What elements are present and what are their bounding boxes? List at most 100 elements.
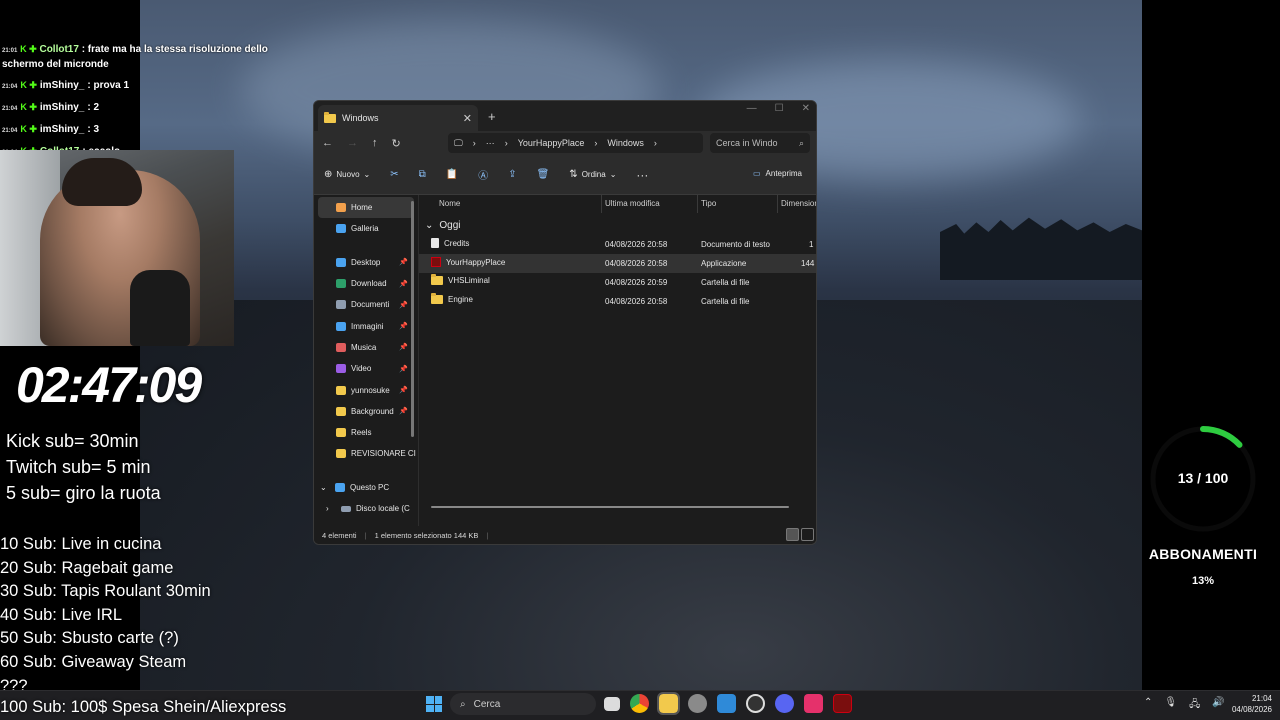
chat-message: 21:01 K ✚ Collot17 : frate ma ha la stes… xyxy=(2,42,272,72)
sidebar-item-yunnosuke[interactable]: yunnosuke 📌 xyxy=(314,379,418,400)
chevron-right-icon[interactable]: › xyxy=(326,504,336,513)
sidebar-item-home[interactable]: Home xyxy=(318,197,414,219)
sidebar-item-revisionare[interactable]: REVISIONARE CI xyxy=(314,443,418,464)
forward-button[interactable]: → xyxy=(347,137,358,149)
pin-icon: 📌 xyxy=(399,365,408,373)
column-header-size[interactable]: Dimension xyxy=(781,199,816,208)
windows-start-icon[interactable] xyxy=(426,696,442,712)
sidebar-item-this-pc[interactable]: ⌄ Questo PC xyxy=(314,477,418,498)
delete-icon[interactable]: 🗑 xyxy=(537,169,550,180)
microphone-icon[interactable]: 🎙 xyxy=(1164,697,1177,714)
file-row[interactable]: Credits 04/08/2026 20:58 Documento di te… xyxy=(419,235,816,254)
sidebar-item-pictures[interactable]: Immagini 📌 xyxy=(314,315,418,336)
chevron-down-icon[interactable]: ⌄ xyxy=(320,483,330,492)
sidebar-item-reels[interactable]: Reels xyxy=(314,422,418,443)
chat-timestamp: 21:01 xyxy=(2,48,18,54)
details-view-button[interactable] xyxy=(786,528,799,541)
column-header-type[interactable]: Tipo xyxy=(701,199,716,208)
clock-time: 21:04 xyxy=(1251,694,1272,703)
close-window-button[interactable]: ✕ xyxy=(802,103,810,114)
up-button[interactable]: ↑ xyxy=(372,137,378,149)
chat-username: Collot17 xyxy=(39,44,79,55)
column-header-name[interactable]: Nome xyxy=(439,199,460,208)
photos-icon[interactable] xyxy=(717,694,736,713)
sort-button[interactable]: ⇅ Ordina ⌄ xyxy=(569,169,616,180)
preview-button[interactable]: ▭ Anteprima xyxy=(753,169,802,178)
sidebar-item-video[interactable]: Video 📌 xyxy=(314,358,418,379)
more-options-icon[interactable]: ··· xyxy=(636,168,648,182)
sidebar-item-label: Immagini xyxy=(351,321,384,331)
chat-message: 21:04 K ✚ imShiny_ : prova 1 xyxy=(2,78,272,94)
file-modified: 04/08/2026 20:58 xyxy=(605,259,668,268)
search-input[interactable]: Cerca in Windo ⌕ xyxy=(710,133,810,153)
settings-icon[interactable] xyxy=(688,694,707,713)
minimize-button[interactable]: — xyxy=(747,103,757,114)
sidebar-item-label: Desktop xyxy=(351,257,381,267)
new-tab-button[interactable]: + xyxy=(488,109,496,124)
taskbar-clock[interactable]: 21:04 04/08/2026 xyxy=(1222,693,1272,715)
goal-line: 60 Sub: Giveaway Steam xyxy=(0,652,187,671)
pin-icon: 📌 xyxy=(399,408,408,416)
file-list: Nome Ultima modifica Tipo Dimension ⌄ Og… xyxy=(419,195,816,528)
taskbar-search-input[interactable]: ⌕ Cerca xyxy=(450,693,596,715)
sidebar-item-documents[interactable]: Documenti 📌 xyxy=(314,294,418,315)
file-row[interactable]: VHSLiminal 04/08/2026 20:59 Cartella di … xyxy=(419,273,816,292)
monitor-icon: 🖵 xyxy=(454,137,463,148)
chrome-icon[interactable] xyxy=(630,694,649,713)
group-header-today[interactable]: ⌄ Oggi xyxy=(419,215,816,235)
file-type: Cartella di file xyxy=(701,278,750,287)
task-view-icon[interactable] xyxy=(604,697,620,711)
documents-icon xyxy=(336,300,346,310)
tiles-view-button[interactable] xyxy=(801,528,814,541)
back-button[interactable]: ← xyxy=(322,137,333,149)
chevron-right-icon: › xyxy=(472,138,476,148)
copy-icon[interactable]: ⧉ xyxy=(419,169,426,180)
sidebar-item-desktop[interactable]: Desktop 📌 xyxy=(314,252,418,273)
sidebar-item-local-disk[interactable]: › Disco locale (C xyxy=(314,498,418,519)
home-icon xyxy=(336,203,346,213)
computer-icon xyxy=(335,482,345,492)
sidebar-item-label: Background xyxy=(351,406,394,416)
more-crumbs-button[interactable]: ··· xyxy=(486,138,495,148)
paste-icon[interactable]: 📋 xyxy=(446,169,458,180)
goal-line: 100 Sub: 100$ Spesa Shein/Aliexpress xyxy=(0,698,287,716)
game-app-icon[interactable] xyxy=(833,694,852,713)
file-row-selected[interactable]: YourHappyPlace 04/08/2026 20:58 Applicaz… xyxy=(419,254,816,273)
share-icon[interactable]: ⇪ xyxy=(508,169,516,180)
close-tab-icon[interactable]: ✕ xyxy=(463,112,472,125)
pin-icon: 📌 xyxy=(399,301,408,309)
tiktok-icon[interactable] xyxy=(804,694,823,713)
drive-icon xyxy=(341,505,351,512)
breadcrumb-item[interactable]: Windows xyxy=(607,138,644,148)
obs-icon[interactable] xyxy=(746,694,765,713)
new-button[interactable]: ⊕ Nuovo ⌄ xyxy=(324,169,370,180)
sidebar-item-music[interactable]: Musica 📌 xyxy=(314,337,418,358)
sidebar-scrollbar[interactable] xyxy=(411,201,414,437)
breadcrumb-item[interactable]: YourHappyPlace xyxy=(518,138,585,148)
file-row[interactable]: Engine 04/08/2026 20:58 Cartella di file xyxy=(419,292,816,311)
chevron-right-icon: › xyxy=(653,138,657,148)
network-icon[interactable]: 🖧 xyxy=(1189,697,1200,714)
column-header-modified[interactable]: Ultima modifica xyxy=(605,199,660,208)
tab-label: Windows xyxy=(342,113,379,123)
discord-icon[interactable] xyxy=(775,694,794,713)
chat-timestamp: 21:04 xyxy=(2,106,18,112)
taskbar-apps xyxy=(604,692,852,715)
tab-windows[interactable]: Windows ✕ xyxy=(318,105,478,131)
goal-line: 30 Sub: Tapis Roulant 30min xyxy=(0,582,211,601)
horizontal-scrollbar[interactable] xyxy=(431,506,789,508)
sidebar-item-label: Documenti xyxy=(351,300,390,310)
address-bar[interactable]: 🖵 › ··· › YourHappyPlace › Windows › xyxy=(448,133,703,153)
file-explorer-icon[interactable] xyxy=(657,692,680,715)
sidebar-item-label: Disco locale (C xyxy=(356,504,410,513)
sidebar-item-gallery[interactable]: Galleria xyxy=(314,218,418,239)
cut-icon[interactable]: ✂ xyxy=(390,169,398,180)
chevron-up-icon[interactable]: ⌃ xyxy=(1144,697,1152,714)
sidebar-item-label: Video xyxy=(351,364,372,374)
file-name: YourHappyPlace xyxy=(446,257,506,267)
maximize-button[interactable]: ☐ xyxy=(775,103,784,114)
rename-icon[interactable]: Ⓐ xyxy=(478,167,488,182)
sidebar-item-background[interactable]: Background 📌 xyxy=(314,401,418,422)
sidebar-item-download[interactable]: Download 📌 xyxy=(314,273,418,294)
refresh-button[interactable]: ↻ xyxy=(392,137,401,150)
